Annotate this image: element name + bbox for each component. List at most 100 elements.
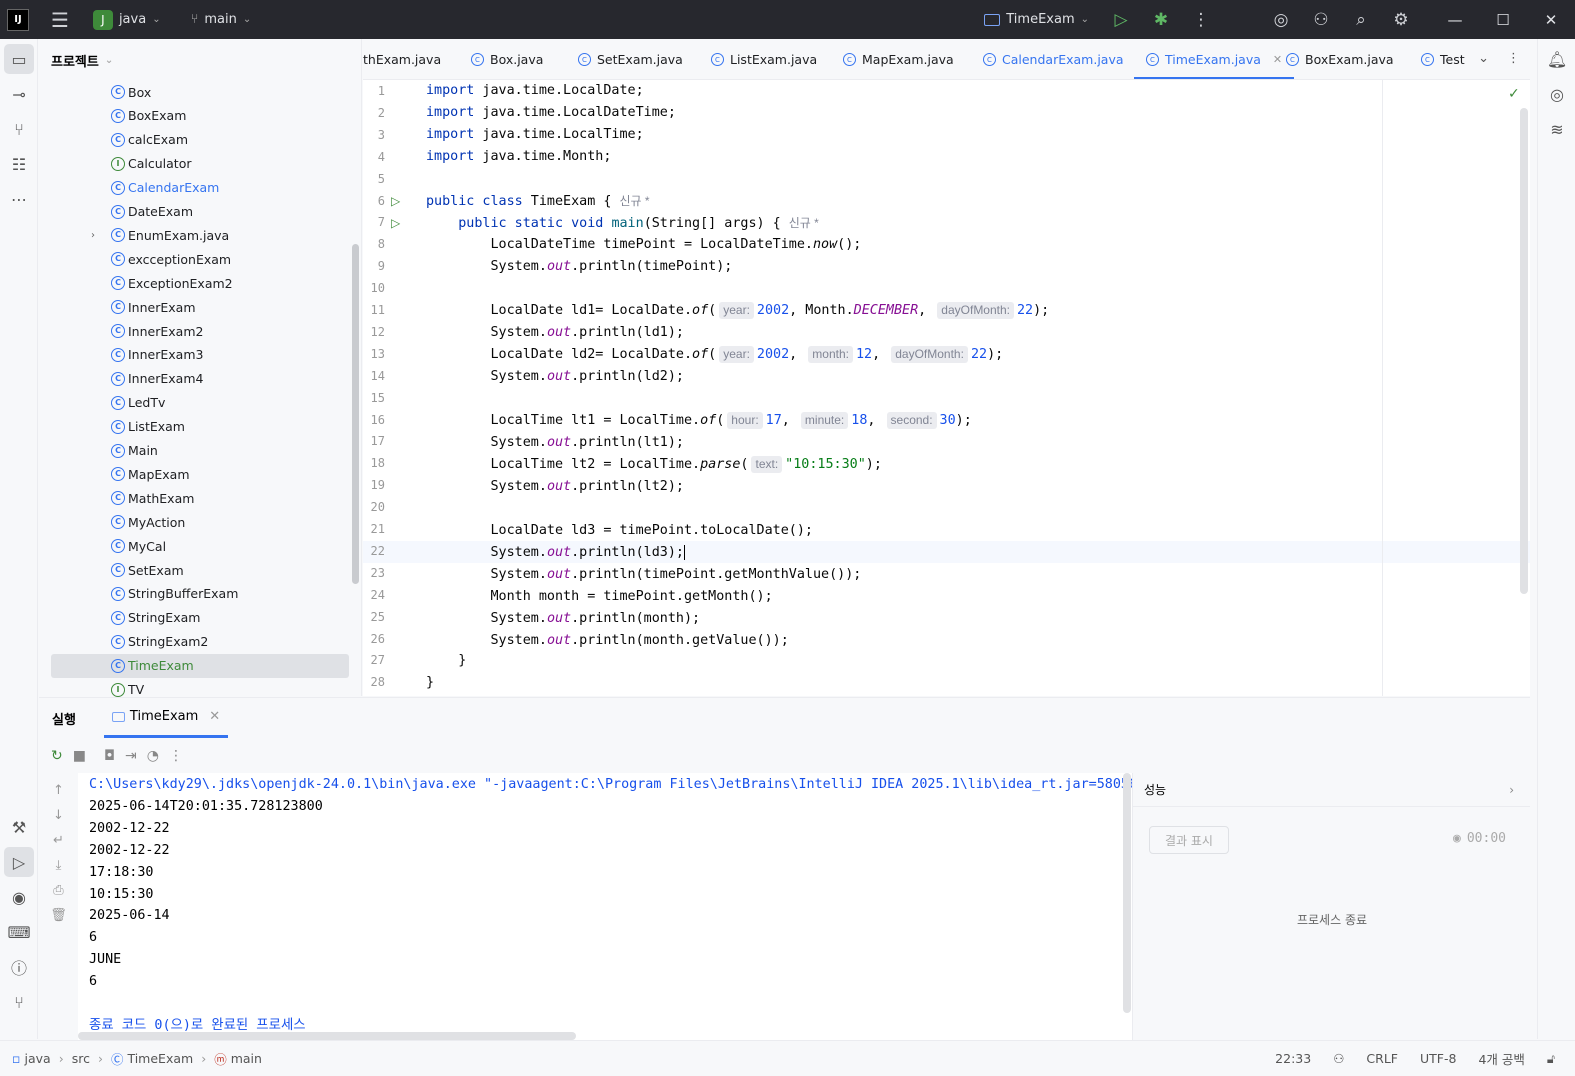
pull-requests-icon[interactable]: ⑂ bbox=[4, 114, 34, 144]
tree-item[interactable]: C InnerExam4 bbox=[51, 367, 349, 391]
tree-item[interactable]: CcalcExam bbox=[51, 128, 349, 152]
console-vertical-scrollbar[interactable] bbox=[1123, 773, 1131, 1013]
commit-tool-icon[interactable]: ⊸ bbox=[4, 79, 34, 109]
debug-icon[interactable]: ✱ bbox=[1141, 0, 1181, 39]
tree-item[interactable]: C CalendarExam bbox=[51, 176, 349, 200]
project-tool-icon[interactable]: ▭ bbox=[4, 44, 34, 74]
tree-item[interactable]: C ExceptionExam2 bbox=[51, 271, 349, 295]
tree-item[interactable]: C MapExam bbox=[51, 462, 349, 486]
close-window-button[interactable]: ✕ bbox=[1527, 0, 1575, 39]
tree-item[interactable]: C Main bbox=[51, 439, 349, 463]
settings-gear-icon[interactable]: ⚙ bbox=[1381, 0, 1421, 39]
editor-tab[interactable]: C MapExam.java bbox=[843, 39, 954, 79]
editor-tab[interactable]: C Test bbox=[1421, 39, 1465, 79]
clear-trash-icon[interactable]: 🗑︎ bbox=[50, 908, 67, 923]
run-tool-icon[interactable]: ▷ bbox=[4, 847, 34, 877]
more-icon[interactable]: ⋮ bbox=[169, 748, 183, 764]
tree-item[interactable]: C BoxExam bbox=[51, 104, 349, 128]
indent-setting[interactable]: 4개 공백 bbox=[1478, 1049, 1524, 1068]
tree-item[interactable]: C TimeExam bbox=[51, 653, 349, 678]
maximize-button[interactable]: ☐ bbox=[1479, 0, 1527, 39]
editor-tab[interactable]: C BoxExam.java bbox=[1286, 39, 1394, 79]
ai-assistant-icon[interactable]: ◎ bbox=[1261, 0, 1301, 39]
tree-item[interactable]: C MathExam bbox=[51, 486, 349, 510]
tree-item[interactable]: C MyAction bbox=[51, 510, 349, 534]
console-output[interactable]: C:\Users\kdy29\.jdks\openjdk-24.0.1\bin\… bbox=[78, 773, 1145, 1040]
breadcrumb-item[interactable]: src bbox=[72, 1051, 90, 1066]
editor-tab[interactable]: C TimeExam.java ✕ bbox=[1133, 39, 1295, 79]
structure-icon[interactable]: ☷ bbox=[4, 149, 34, 179]
tree-item[interactable]: C StringExam bbox=[51, 606, 349, 630]
up-arrow-icon[interactable]: ↑ bbox=[53, 783, 64, 798]
console-horizontal-scrollbar[interactable] bbox=[78, 1032, 576, 1040]
more-icon[interactable]: ⋮ bbox=[1507, 51, 1520, 66]
more-tools-icon[interactable]: ⋯ bbox=[4, 184, 34, 214]
tree-item[interactable]: I Calculator bbox=[51, 152, 349, 176]
branch-selector[interactable]: ⑂ main ⌄ bbox=[191, 0, 252, 39]
show-results-button[interactable]: 결과 표시 bbox=[1149, 826, 1229, 854]
editor-scrollbar[interactable] bbox=[1520, 108, 1528, 594]
run-class-gutter-icon[interactable]: ▷ bbox=[391, 194, 403, 208]
project-panel-header[interactable]: 프로젝트 ⌄ bbox=[39, 39, 361, 81]
run-config-selector[interactable]: TimeExam ⌄ bbox=[984, 0, 1089, 39]
print-icon[interactable]: ⎙ bbox=[53, 883, 63, 898]
stop-icon[interactable]: ■ bbox=[73, 748, 86, 764]
database-icon[interactable]: ≋ bbox=[1542, 114, 1572, 144]
tree-item[interactable]: C ListExam bbox=[51, 415, 349, 439]
terminal-icon[interactable]: ⌨ bbox=[4, 917, 34, 947]
down-arrow-icon[interactable]: ↓ bbox=[53, 808, 64, 823]
search-icon[interactable]: ⌕ bbox=[1341, 0, 1381, 39]
chevron-right-icon[interactable]: › bbox=[1509, 783, 1514, 797]
notifications-icon[interactable]: 🔔︎ bbox=[1542, 44, 1572, 74]
tree-item[interactable]: C InnerExam bbox=[51, 295, 349, 319]
chevron-down-icon[interactable]: ⌄ bbox=[1478, 51, 1489, 66]
profiler-icon[interactable]: ◔ bbox=[147, 748, 159, 764]
project-selector[interactable]: J java ⌄ bbox=[92, 0, 161, 39]
expand-arrow-icon[interactable]: › bbox=[91, 230, 95, 241]
tree-item[interactable]: › C EnumExam.java bbox=[51, 223, 349, 247]
minimize-button[interactable]: — bbox=[1431, 0, 1479, 39]
rerun-icon[interactable]: ↻ bbox=[51, 748, 63, 764]
ai-chat-icon[interactable]: ◎ bbox=[1542, 79, 1572, 109]
cursor-position[interactable]: 22:33 bbox=[1275, 1051, 1311, 1066]
scroll-to-end-icon[interactable]: ⤓ bbox=[56, 858, 62, 873]
project-scrollbar[interactable] bbox=[352, 244, 359, 584]
close-tab-icon[interactable]: ✕ bbox=[1273, 53, 1282, 66]
editor-tab[interactable]: thExam.java bbox=[363, 39, 441, 79]
tree-item[interactable]: C StringBufferExam bbox=[51, 582, 349, 606]
tree-item[interactable]: CexcceptionExam bbox=[51, 247, 349, 271]
editor-tab[interactable]: C CalendarExam.java bbox=[983, 39, 1124, 79]
add-user-icon[interactable]: ⚇ bbox=[1301, 0, 1341, 39]
tree-item[interactable]: C SetExam bbox=[51, 558, 349, 582]
git-icon[interactable]: ⑂ bbox=[4, 987, 34, 1017]
run-tab-timeexam[interactable]: TimeExam ✕ bbox=[103, 698, 229, 738]
main-menu-icon[interactable]: ☰ bbox=[51, 8, 69, 32]
breadcrumb-item[interactable]: Ⓒ TimeExam bbox=[111, 1049, 193, 1068]
line-separator[interactable]: CRLF bbox=[1366, 1051, 1398, 1066]
tree-item[interactable]: C StringExam2 bbox=[51, 630, 349, 654]
restore-layout-icon[interactable]: ⇥ bbox=[125, 748, 137, 764]
editor-tab[interactable]: C Box.java bbox=[471, 39, 543, 79]
run-main-gutter-icon[interactable]: ▷ bbox=[391, 216, 403, 230]
inspection-icon[interactable]: ⚇ bbox=[1333, 1051, 1344, 1066]
no-problems-check-icon[interactable]: ✓ bbox=[1508, 86, 1520, 102]
run-icon[interactable]: ▷ bbox=[1101, 0, 1141, 39]
code-editor[interactable]: 1 2 3 4 5 6 7 8 9 10 11 12 13 14 15 16 17 18 19 20 21 22 23 24 2… bbox=[363, 80, 1530, 696]
intellij-logo-icon[interactable]: IJ bbox=[7, 8, 29, 31]
tree-item[interactable]: C MyCal bbox=[51, 534, 349, 558]
more-actions-icon[interactable]: ⋮ bbox=[1181, 0, 1221, 39]
tree-item[interactable]: C InnerExam2 bbox=[51, 319, 349, 343]
editor-tab[interactable]: C ListExam.java bbox=[711, 39, 817, 79]
soft-wrap-icon[interactable]: ↵ bbox=[53, 833, 64, 848]
tree-item[interactable]: C LedTv bbox=[51, 391, 349, 415]
file-encoding[interactable]: UTF-8 bbox=[1420, 1051, 1456, 1066]
editor-tab[interactable]: C SetExam.java bbox=[578, 39, 683, 79]
breadcrumb-item[interactable]: ▫ java bbox=[12, 1051, 51, 1066]
screenshot-icon[interactable]: ◘ bbox=[104, 748, 115, 764]
lock-icon[interactable]: 🔓︎ bbox=[1547, 1051, 1555, 1067]
services-icon[interactable]: ◉ bbox=[4, 882, 34, 912]
close-tab-icon[interactable]: ✕ bbox=[209, 709, 220, 724]
build-icon[interactable]: ⚒ bbox=[4, 812, 34, 842]
tree-item[interactable]: C DateExam bbox=[51, 200, 349, 224]
breadcrumb-item[interactable]: ⓜ main bbox=[214, 1049, 262, 1068]
